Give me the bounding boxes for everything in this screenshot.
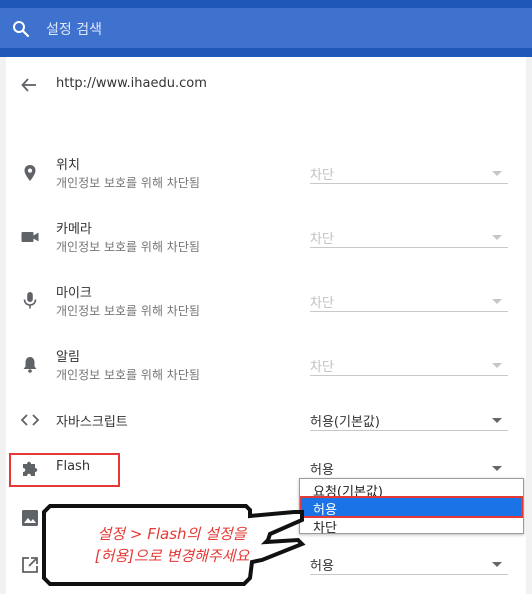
flash-dropdown-menu: 요청(기본값) 허용 차단	[299, 478, 524, 536]
dropdown-allow-highlight-box	[300, 496, 523, 518]
top-bar: 설정 검색	[0, 0, 532, 57]
row-title-microphone: 마이크	[56, 286, 92, 301]
location-permission-select: 차단	[310, 162, 508, 184]
arrow-back-icon[interactable]	[20, 76, 38, 94]
chevron-down-icon	[492, 235, 502, 240]
location-permission-value: 차단	[310, 168, 334, 183]
camera-permission-value: 차단	[310, 232, 334, 247]
chevron-down-icon	[492, 562, 502, 567]
callout-text: 설정 > Flash의 설정을 [허용]으로 변경해주세요	[72, 523, 272, 567]
search-input[interactable]: 설정 검색	[46, 19, 102, 39]
chevron-down-icon	[492, 363, 502, 368]
code-icon	[20, 410, 40, 430]
row-subtitle-microphone: 개인정보 보호를 위해 차단됨	[56, 304, 200, 318]
site-url: http://www.ihaedu.com	[56, 76, 207, 91]
row-title-notifications: 알림	[56, 350, 80, 365]
search-box[interactable]: 설정 검색	[0, 8, 532, 48]
row-title-javascript: 자바스크립트	[56, 415, 128, 430]
image-icon	[20, 508, 40, 528]
flash-highlight-box	[9, 453, 120, 487]
notifications-permission-select: 차단	[310, 354, 508, 376]
row-title-camera: 카메라	[56, 222, 92, 237]
chevron-down-icon	[492, 299, 502, 304]
external-link-icon	[20, 555, 40, 575]
camera-permission-select: 차단	[310, 226, 508, 248]
microphone-permission-value: 차단	[310, 296, 334, 311]
chevron-down-icon	[492, 418, 502, 423]
flash-permission-value: 허용	[310, 463, 334, 478]
microphone-icon	[20, 290, 40, 310]
row-subtitle-location: 개인정보 보호를 위해 차단됨	[56, 176, 200, 190]
chevron-down-icon	[492, 171, 502, 176]
chevron-down-icon	[492, 466, 502, 471]
page-gutter-right	[526, 57, 532, 594]
notifications-permission-value: 차단	[310, 360, 334, 375]
search-icon[interactable]	[12, 20, 30, 38]
camera-icon	[20, 227, 40, 247]
row-subtitle-notifications: 개인정보 보호를 위해 차단됨	[56, 368, 200, 382]
javascript-permission-select[interactable]: 허용(기본값)	[310, 409, 508, 431]
row-subtitle-camera: 개인정보 보호를 위해 차단됨	[56, 240, 200, 254]
page-gutter-left	[0, 57, 6, 594]
bell-icon	[20, 354, 40, 374]
flash-permission-select[interactable]: 허용	[310, 457, 508, 479]
popups-permission-select[interactable]: 허용	[310, 553, 508, 575]
callout-line-1: 설정 > Flash의 설정을	[97, 525, 247, 543]
row-title-location: 위치	[56, 158, 80, 173]
callout-line-2: [허용]으로 변경해주세요	[94, 547, 250, 565]
microphone-permission-select: 차단	[310, 290, 508, 312]
location-pin-icon	[20, 163, 40, 183]
javascript-permission-value: 허용(기본값)	[310, 415, 380, 430]
